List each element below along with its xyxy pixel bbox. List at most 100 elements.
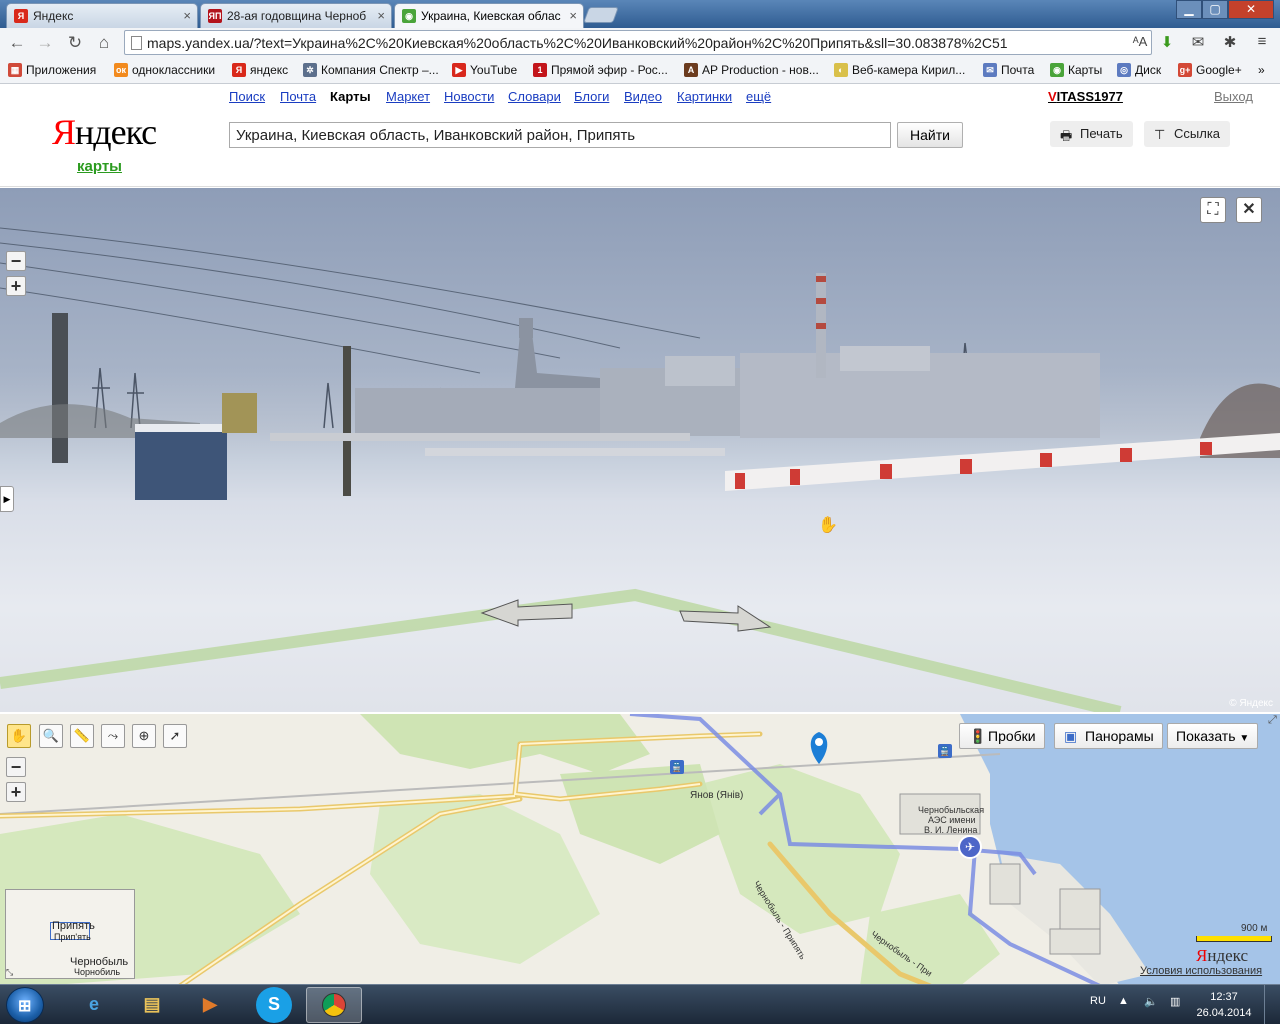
media-player-icon[interactable]: ▶: [182, 987, 238, 1023]
arrow-left-icon[interactable]: [480, 598, 580, 628]
map-zoom-out-button[interactable]: −: [6, 757, 26, 777]
bookmark-label: яндекс: [250, 63, 289, 77]
address-bar[interactable]: maps.yandex.ua/?text=Украина%2C%20Киевск…: [124, 30, 1152, 55]
maps-icon: ◉: [1050, 63, 1064, 77]
print-button[interactable]: 🖶 Печать: [1050, 121, 1133, 147]
extension-icon[interactable]: ✱: [1220, 33, 1240, 53]
street-panorama[interactable]: ⛶ ✕ − + ▶ ✋ © Яндекс: [0, 188, 1280, 712]
forward-arrow-icon[interactable]: →: [34, 32, 56, 54]
hand-tool-icon[interactable]: ✋: [7, 724, 31, 748]
nav-market[interactable]: Маркет: [386, 89, 430, 104]
tab-yandex[interactable]: Я Яндекс ×: [6, 3, 198, 28]
yandex-favicon: Я: [14, 9, 28, 23]
bookmark-label: AP Production - нов...: [702, 63, 819, 77]
bookmark-live-tv[interactable]: 1 Прямой эфир - Рос...: [533, 63, 668, 77]
tray-show-hidden-icon[interactable]: ▲: [1118, 995, 1129, 1007]
back-arrow-icon[interactable]: ←: [6, 32, 28, 54]
select-tool-icon[interactable]: ➚: [163, 724, 187, 748]
minimap-label-pripyat: Припять: [52, 920, 95, 932]
user-name-rest: ITASS1977: [1056, 89, 1123, 104]
home-icon[interactable]: ⌂: [93, 32, 115, 54]
nav-blogs[interactable]: Блоги: [574, 89, 609, 104]
reload-icon[interactable]: ↻: [64, 32, 86, 54]
nav-dictionaries[interactable]: Словари: [508, 89, 561, 104]
file-explorer-icon[interactable]: ▤: [124, 987, 180, 1023]
user-link[interactable]: VITASS1977: [1048, 89, 1123, 104]
skype-icon[interactable]: S: [256, 987, 292, 1023]
expand-panel-icon[interactable]: ▶: [0, 486, 14, 512]
close-panorama-icon[interactable]: ✕: [1236, 197, 1262, 223]
collapse-minimap-icon[interactable]: ⤡: [6, 967, 13, 978]
bookmarks-more-button[interactable]: »: [1244, 63, 1265, 77]
terms-link[interactable]: Условия использования: [1140, 965, 1262, 977]
bookmark-apps[interactable]: ▦ Приложения: [8, 63, 96, 77]
traffic-button[interactable]: 🚦 Пробки: [959, 723, 1045, 749]
fullscreen-icon[interactable]: ⛶: [1200, 197, 1226, 223]
window-close-button[interactable]: ✕: [1228, 0, 1274, 19]
windows-logo-icon: ⊞: [18, 998, 32, 1015]
overview-minimap[interactable]: Припять Прип'ять Чернобыль Чорнобиль ⤡: [5, 889, 135, 979]
expand-map-icon[interactable]: ⤢: [1268, 714, 1277, 727]
bookmark-label: Прямой эфир - Рос...: [551, 63, 668, 77]
bookmark-odnoklassniki[interactable]: ок одноклассники: [114, 63, 215, 77]
bookmark-youtube[interactable]: ▶ YouTube: [452, 63, 517, 77]
download-icon[interactable]: ⬇: [1157, 33, 1177, 53]
nav-more[interactable]: ещё: [746, 89, 771, 104]
nav-news[interactable]: Новости: [444, 89, 494, 104]
start-button[interactable]: ⊞: [6, 987, 44, 1023]
panorama-point-icon[interactable]: ✈: [958, 835, 982, 859]
bookmark-ap-production[interactable]: A AP Production - нов...: [684, 63, 819, 77]
panorama-zoom-out-button[interactable]: −: [6, 251, 26, 271]
new-tab-button[interactable]: [583, 7, 619, 23]
link-button[interactable]: ⊤ Ссылка: [1144, 121, 1231, 147]
map-view[interactable]: ✋ 🔍 📏 ⤳ ⊕ ➚ − + 🚦 Пробки ▣ Панорамы Пока…: [0, 712, 1280, 984]
maximize-button[interactable]: ▢: [1202, 0, 1228, 19]
chrome-icon[interactable]: [306, 987, 362, 1023]
nav-search[interactable]: Поиск: [229, 89, 265, 104]
nav-mail[interactable]: Почта: [280, 89, 316, 104]
minimize-button[interactable]: ▁: [1176, 0, 1202, 19]
language-indicator[interactable]: RU: [1090, 995, 1106, 1007]
translate-icon[interactable]: ᴬA: [1130, 34, 1150, 54]
panoramas-button[interactable]: ▣ Панорамы: [1054, 723, 1163, 749]
network-icon[interactable]: ▥: [1170, 995, 1180, 1008]
tab-title: Украина, Киевская облас: [421, 9, 561, 23]
bookmark-mail[interactable]: ✉ Почта: [983, 63, 1034, 77]
add-point-tool-icon[interactable]: ⊕: [132, 724, 156, 748]
search-button[interactable]: Найти: [897, 122, 963, 148]
bookmark-maps[interactable]: ◉ Карты: [1050, 63, 1102, 77]
arrow-right-icon[interactable]: [678, 603, 778, 633]
logout-link[interactable]: Выход: [1214, 89, 1253, 104]
panorama-zoom-in-button[interactable]: +: [6, 276, 26, 296]
train-station-icon[interactable]: 🚆: [938, 744, 952, 758]
map-zoom-in-button[interactable]: +: [6, 782, 26, 802]
volume-icon[interactable]: 🔈: [1144, 995, 1158, 1008]
print-label: Печать: [1080, 126, 1123, 141]
ruler-tool-icon[interactable]: 📏: [70, 724, 94, 748]
train-station-icon[interactable]: 🚆: [670, 760, 684, 774]
show-desktop-button[interactable]: [1264, 985, 1280, 1024]
menu-icon[interactable]: ≡: [1252, 33, 1272, 53]
search-input[interactable]: Украина, Киевская область, Иванковский р…: [229, 122, 891, 148]
bookmark-googleplus[interactable]: g+ Google+: [1178, 63, 1242, 77]
tab-yandex-maps[interactable]: ◉ Украина, Киевская облас ×: [394, 3, 584, 28]
service-name-link[interactable]: карты: [77, 158, 122, 175]
bookmark-disk[interactable]: ◎ Диск: [1117, 63, 1161, 77]
tab-yaplakal[interactable]: ЯП 28-ая годовщина Черноб ×: [200, 3, 392, 28]
nav-images[interactable]: Картинки: [677, 89, 732, 104]
close-icon[interactable]: ×: [183, 8, 191, 23]
close-icon[interactable]: ×: [569, 8, 577, 23]
nav-video[interactable]: Видео: [624, 89, 662, 104]
clock-date: 26.04.2014: [1196, 1007, 1252, 1019]
route-tool-icon[interactable]: ⤳: [101, 724, 125, 748]
magnifier-tool-icon[interactable]: 🔍: [39, 724, 63, 748]
mail-notifier-icon[interactable]: ✉: [1188, 33, 1208, 53]
bookmark-yandex[interactable]: Я яндекс: [232, 63, 288, 77]
system-clock[interactable]: 12:37 26.04.2014: [1196, 989, 1252, 1021]
close-icon[interactable]: ×: [377, 8, 385, 23]
internet-explorer-icon[interactable]: e: [66, 987, 122, 1023]
bookmark-spektr[interactable]: ✲ Компания Спектр –...: [303, 63, 439, 77]
show-layers-button[interactable]: Показать ▼: [1167, 723, 1259, 749]
bookmark-webcam[interactable]: ◐ Веб-камера Кирил...: [834, 63, 965, 77]
yandex-logo[interactable]: Яндекс: [52, 111, 157, 153]
